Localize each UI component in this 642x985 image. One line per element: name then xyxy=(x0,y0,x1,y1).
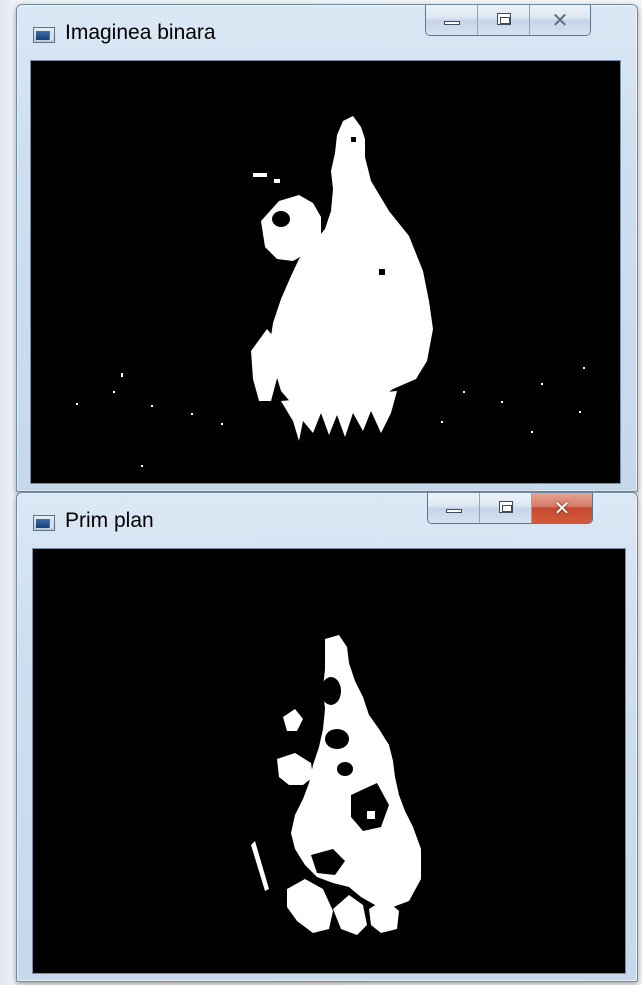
window-foreground[interactable]: Prim plan ✕ xyxy=(16,492,638,982)
caption-buttons: ✕ xyxy=(425,5,591,36)
minimize-button[interactable] xyxy=(428,493,480,523)
close-button[interactable]: ✕ xyxy=(530,5,590,35)
maximize-icon xyxy=(497,13,511,25)
close-button[interactable]: ✕ xyxy=(532,493,592,523)
app-window-icon[interactable] xyxy=(33,27,55,43)
image-canvas xyxy=(30,60,621,484)
foreground-image xyxy=(33,549,625,973)
window-binary-image[interactable]: Imaginea binara ✕ xyxy=(16,4,638,492)
app-window-icon[interactable] xyxy=(33,515,55,531)
maximize-button[interactable] xyxy=(478,5,530,35)
minimize-button[interactable] xyxy=(426,5,478,35)
close-icon: ✕ xyxy=(553,496,571,520)
image-canvas xyxy=(32,548,626,974)
window-title: Prim plan xyxy=(65,509,154,532)
maximize-button[interactable] xyxy=(480,493,532,523)
caption-buttons: ✕ xyxy=(427,493,593,524)
minimize-icon xyxy=(444,21,460,25)
minimize-icon xyxy=(446,509,462,513)
maximize-icon xyxy=(499,501,513,513)
window-title: Imaginea binara xyxy=(65,21,216,44)
close-icon: ✕ xyxy=(551,8,569,32)
title-bar[interactable]: Prim plan ✕ xyxy=(17,493,637,543)
title-bar[interactable]: Imaginea binara ✕ xyxy=(17,5,637,55)
binary-image xyxy=(31,61,620,483)
